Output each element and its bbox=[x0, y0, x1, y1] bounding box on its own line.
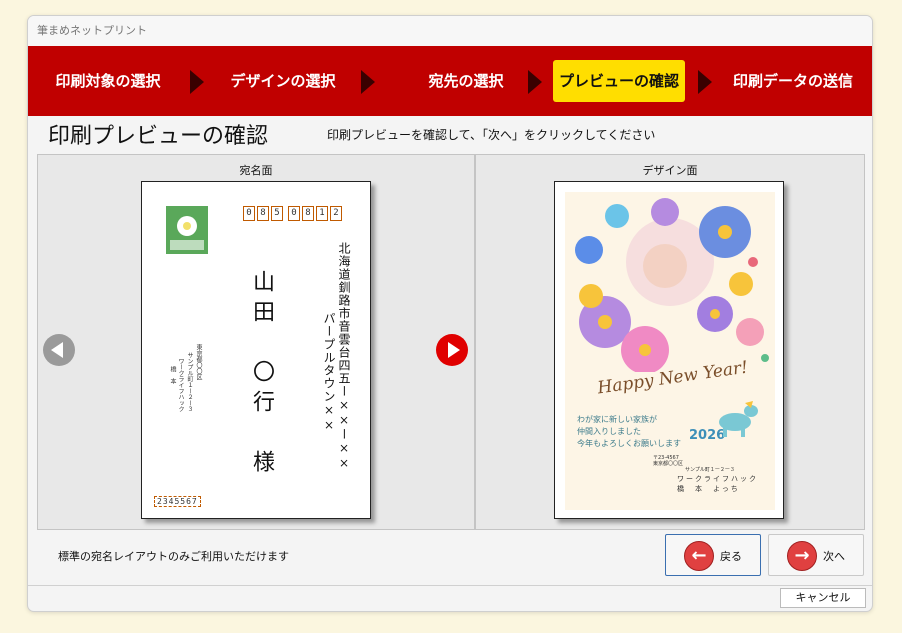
step-bar: 印刷対象の選択 デザインの選択 宛先の選択 プレビューの確認 印刷データの送信 bbox=[28, 46, 872, 116]
message-line: わが家に新しい家族が bbox=[577, 415, 657, 424]
step-select-address: 宛先の選択 bbox=[428, 72, 504, 90]
step-preview-confirm: プレビューの確認 bbox=[548, 46, 690, 116]
step-arrow bbox=[528, 70, 542, 94]
recipient-address: 北海道釧路市音雲台四五ー××ー×× bbox=[337, 242, 351, 471]
prev-page-button[interactable] bbox=[43, 334, 75, 366]
next-button-label: 次へ bbox=[823, 550, 845, 563]
sender-line: ワークライフハック bbox=[177, 358, 184, 412]
next-button[interactable]: → 次へ bbox=[768, 534, 864, 576]
postal-digit: 2 bbox=[330, 206, 342, 221]
step-arrow bbox=[361, 70, 375, 94]
design-side-label: デザイン面 bbox=[642, 164, 698, 177]
window-title: 筆まめネットプリント bbox=[28, 16, 872, 46]
sender-postal-code: 2345567 bbox=[154, 496, 201, 507]
postal-digit: 0 bbox=[288, 206, 300, 221]
step-arrow bbox=[190, 70, 204, 94]
sender-name: 橋 本 よっち bbox=[677, 485, 740, 493]
step-arrow bbox=[698, 70, 712, 94]
postal-digit: 8 bbox=[257, 206, 269, 221]
step-select-target: 印刷対象の選択 bbox=[55, 72, 161, 90]
recipient-building: パープルタウン×× bbox=[322, 312, 336, 433]
sender-line: 橋 本 bbox=[169, 366, 176, 384]
page-title: 印刷プレビューの確認 bbox=[48, 124, 269, 149]
address-card-preview: 0 8 5 0 8 1 2 北海道釧路市音雲台四五ー××ー×× パープルタウン×… bbox=[141, 181, 371, 519]
footer-divider bbox=[28, 585, 872, 586]
cancel-button[interactable]: キャンセル bbox=[780, 588, 866, 608]
back-arrow-icon: ← bbox=[684, 541, 714, 571]
instruction-text: 印刷プレビューを確認して、「次へ」をクリックしてください bbox=[327, 128, 656, 142]
postal-digit: 1 bbox=[316, 206, 328, 221]
message-line: 今年もよろしくお願いします bbox=[577, 439, 681, 448]
design-image: Happy New Year! わが家に新しい家族が 仲間入りしました 今年もよ… bbox=[565, 192, 775, 510]
sender-company: ワークライフハック bbox=[677, 475, 758, 483]
recipient-name: 山田 〇行 様 bbox=[249, 270, 274, 480]
postal-digit: 0 bbox=[243, 206, 255, 221]
message-line: 仲間入りしました bbox=[577, 427, 641, 436]
back-button[interactable]: ← 戻る bbox=[665, 534, 761, 576]
forward-arrow-icon: → bbox=[787, 541, 817, 571]
back-button-label: 戻る bbox=[720, 550, 742, 563]
design-card-preview: Happy New Year! わが家に新しい家族が 仲間入りしました 今年もよ… bbox=[554, 181, 784, 519]
postal-digit: 8 bbox=[302, 206, 314, 221]
flower-illustration bbox=[575, 198, 769, 372]
sender-line: サンプル町１ー２ー３ bbox=[186, 352, 193, 412]
next-page-button[interactable] bbox=[436, 334, 468, 366]
step-select-design: デザインの選択 bbox=[230, 72, 336, 90]
design-side-panel: デザイン面 Happy New Year! わが家に新しい家族が 仲間入りしまし… bbox=[475, 154, 865, 530]
sender-address-line: サンプル町１ー２ー３ bbox=[685, 467, 735, 473]
layout-note: 標準の宛名レイアウトのみご利用いただけます bbox=[58, 550, 289, 563]
address-side-label: 宛名面 bbox=[239, 164, 273, 177]
app-window: 筆まめネットプリント 印刷対象の選択 デザインの選択 宛先の選択 プレビューの確… bbox=[27, 15, 873, 612]
address-side-panel: 宛名面 0 8 5 0 8 1 2 北海道釧路市音雲台四五ー××ー×× パープル… bbox=[37, 154, 475, 530]
sender-address-line: 東京都〇〇区 bbox=[653, 461, 684, 467]
stamp-image bbox=[166, 206, 208, 254]
step-send-data: 印刷データの送信 bbox=[732, 72, 853, 90]
horse-illustration bbox=[719, 401, 758, 437]
sender-line: 東京都〇〇区 bbox=[195, 344, 202, 380]
postal-digit: 5 bbox=[271, 206, 283, 221]
